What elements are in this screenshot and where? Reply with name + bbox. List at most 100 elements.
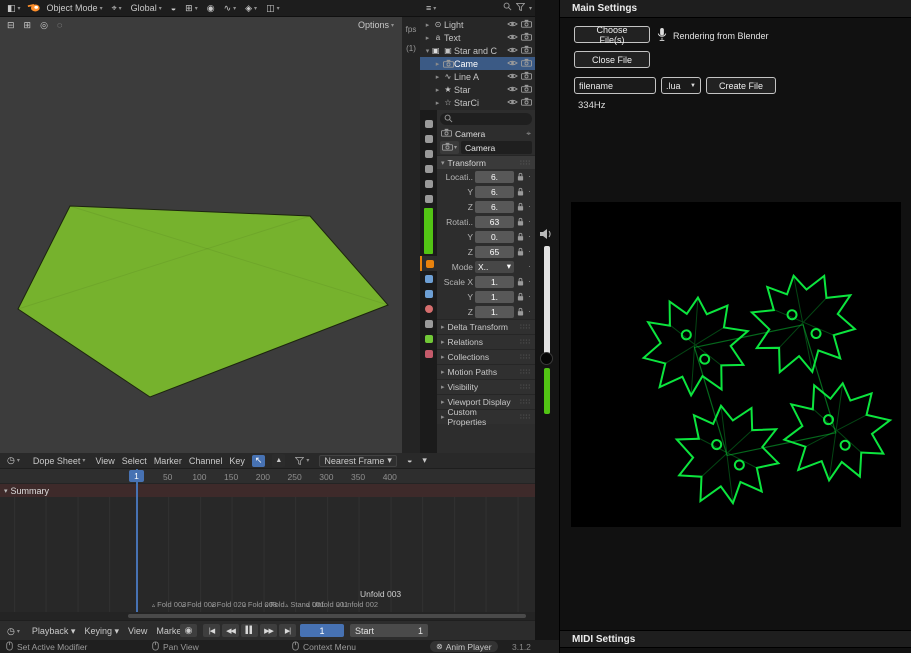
- disclosure-icon[interactable]: ▸: [433, 73, 442, 81]
- outliner-item[interactable]: ▸aText: [420, 31, 535, 44]
- menu-select[interactable]: Select: [122, 456, 147, 466]
- panel-section-relations[interactable]: ▸Relations∷∷: [437, 334, 535, 349]
- tab-view-layer[interactable]: [420, 161, 437, 176]
- dopesheet-mode-selector[interactable]: Dope Sheet▾: [30, 454, 89, 467]
- drag-grip-icon[interactable]: ∷∷: [520, 159, 531, 167]
- snap-target-selector[interactable]: ⊞▾: [182, 2, 201, 15]
- dopesheet-editor-type-icon[interactable]: ◷▾: [4, 454, 23, 467]
- animate-dot-icon[interactable]: ·: [527, 292, 532, 301]
- transform-orientation-selector[interactable]: Global▾: [128, 2, 165, 15]
- disclosure-icon[interactable]: ▸: [423, 21, 432, 29]
- drag-grip-icon[interactable]: ∷∷: [520, 323, 531, 331]
- tab-world[interactable]: [420, 191, 437, 206]
- outliner-filter-icon[interactable]: [516, 3, 525, 14]
- menu-playback[interactable]: Playback ▾: [32, 626, 76, 637]
- disclosure-icon[interactable]: ▸: [433, 86, 442, 94]
- tab-material[interactable]: [420, 346, 437, 361]
- midi-settings-panel-header[interactable]: MIDI Settings: [560, 630, 911, 648]
- id-type-button[interactable]: ▾: [440, 141, 459, 154]
- timeline-editor-type-icon[interactable]: ◷▾: [4, 625, 23, 638]
- lock-icon[interactable]: [516, 292, 525, 301]
- visibility-eye-icon[interactable]: [507, 85, 518, 95]
- tab-physics[interactable]: [420, 301, 437, 316]
- animate-dot-icon[interactable]: ·: [527, 232, 532, 241]
- jump-to-start-button[interactable]: |◀: [203, 624, 220, 637]
- outliner-item[interactable]: ▸☆StarCi: [420, 96, 535, 109]
- extension-select[interactable]: .lua▼: [661, 77, 701, 94]
- chevron-down-icon[interactable]: ▾: [422, 455, 427, 466]
- tab-render[interactable]: [420, 131, 437, 146]
- panel-section-visibility[interactable]: ▸Visibility∷∷: [437, 379, 535, 394]
- lock-icon[interactable]: [516, 172, 525, 181]
- collection-checkbox[interactable]: ▣: [432, 46, 442, 55]
- animate-dot-icon[interactable]: ·: [527, 277, 532, 286]
- animate-dot-icon[interactable]: ·: [527, 202, 532, 211]
- volume-slider-knob[interactable]: [540, 352, 553, 365]
- lock-icon[interactable]: [516, 277, 525, 286]
- viewport-3d[interactable]: ⊟⊞◎◌ Options▾: [0, 17, 402, 453]
- volume-slider-track[interactable]: [544, 246, 550, 354]
- next-keyframe-button[interactable]: ▶▶: [260, 624, 277, 637]
- snap-mode-dropdown[interactable]: Nearest Frame▾: [319, 455, 397, 467]
- tab-object[interactable]: [420, 256, 437, 271]
- value-field[interactable]: 0.: [475, 231, 514, 243]
- snap-magnet-toggle[interactable]: ◒: [168, 2, 179, 15]
- render-visibility-icon[interactable]: [521, 84, 532, 95]
- disclosure-icon[interactable]: ▸: [433, 60, 442, 68]
- visibility-eye-icon[interactable]: [507, 20, 518, 30]
- prev-keyframe-button[interactable]: ◀◀: [222, 624, 239, 637]
- properties-search-input[interactable]: [440, 113, 532, 125]
- timeline-ruler[interactable]: 50100150200250300350400: [0, 469, 535, 484]
- timeline-marker[interactable]: ▵ Fold 020: [212, 600, 246, 609]
- lock-icon[interactable]: [516, 202, 525, 211]
- keyframe-grid[interactable]: ▵ Fold 003▵ Fold 008▵ Fold 020▵ Fold 008…: [0, 497, 535, 612]
- drag-grip-icon[interactable]: ∷∷: [520, 413, 531, 421]
- rotation-mode-dropdown[interactable]: X..▾: [475, 261, 514, 273]
- animate-dot-icon[interactable]: ·: [527, 172, 532, 181]
- visibility-eye-icon[interactable]: [507, 72, 518, 82]
- tab-particles[interactable]: [420, 286, 437, 301]
- horizontal-scrollbar[interactable]: [0, 612, 535, 620]
- only-selected-toggle[interactable]: ↖: [252, 455, 266, 467]
- timeline-marker[interactable]: ▵ Fold: [265, 600, 285, 609]
- drag-grip-icon[interactable]: ∷∷: [520, 383, 531, 391]
- current-frame-field[interactable]: 1: [300, 624, 344, 637]
- select-lasso-tool[interactable]: ◌: [54, 19, 65, 32]
- proportional-toggle[interactable]: ◒: [404, 454, 415, 467]
- auto-keying-record-button[interactable]: ◉: [180, 624, 197, 637]
- render-visibility-icon[interactable]: [521, 58, 532, 69]
- select-tweak-tool[interactable]: ⊟: [4, 19, 18, 32]
- proportional-editing-toggle[interactable]: ◉: [204, 2, 218, 15]
- value-field[interactable]: 65: [475, 246, 514, 258]
- visibility-eye-icon[interactable]: [507, 98, 518, 108]
- select-circle-tool[interactable]: ◎: [37, 19, 51, 32]
- transform-panel-header[interactable]: ▾ Transform ∷∷: [437, 155, 535, 169]
- outliner-item[interactable]: ▸★Star: [420, 83, 535, 96]
- animate-dot-icon[interactable]: ·: [527, 262, 532, 271]
- value-field[interactable]: 63: [475, 216, 514, 228]
- pin-icon[interactable]: ⌖: [526, 128, 531, 139]
- animate-dot-icon[interactable]: ·: [527, 217, 532, 226]
- lock-icon[interactable]: [516, 187, 525, 196]
- hidden-channels-toggle[interactable]: ▲: [272, 454, 285, 467]
- visibility-eye-icon[interactable]: [507, 46, 518, 56]
- mode-selector[interactable]: Object Mode▾: [44, 2, 106, 15]
- choose-files-button[interactable]: Choose File(s): [574, 26, 650, 43]
- menu-key[interactable]: Key: [229, 456, 245, 466]
- overlays-selector[interactable]: ◫▾: [263, 2, 283, 15]
- outliner-item[interactable]: ▸Came: [420, 57, 535, 70]
- tab-object-data[interactable]: [420, 331, 437, 346]
- menu-keying[interactable]: Keying ▾: [84, 626, 119, 637]
- lock-icon[interactable]: [516, 232, 525, 241]
- disclosure-icon[interactable]: ▾: [423, 47, 432, 55]
- drag-grip-icon[interactable]: ∷∷: [520, 338, 531, 346]
- render-visibility-icon[interactable]: [521, 32, 532, 43]
- panel-section-custom-properties[interactable]: ▸Custom Properties∷∷: [437, 409, 535, 424]
- outliner-editor-type-icon[interactable]: ≡▾: [423, 2, 439, 15]
- value-field[interactable]: 1.: [475, 291, 514, 303]
- menu-channel[interactable]: Channel: [189, 456, 223, 466]
- visibility-eye-icon[interactable]: [507, 33, 518, 43]
- gizmo-selector[interactable]: ◈▾: [242, 2, 260, 15]
- summary-channel-row[interactable]: ▾ Summary: [0, 484, 535, 497]
- object-name-field[interactable]: Camera: [461, 141, 532, 154]
